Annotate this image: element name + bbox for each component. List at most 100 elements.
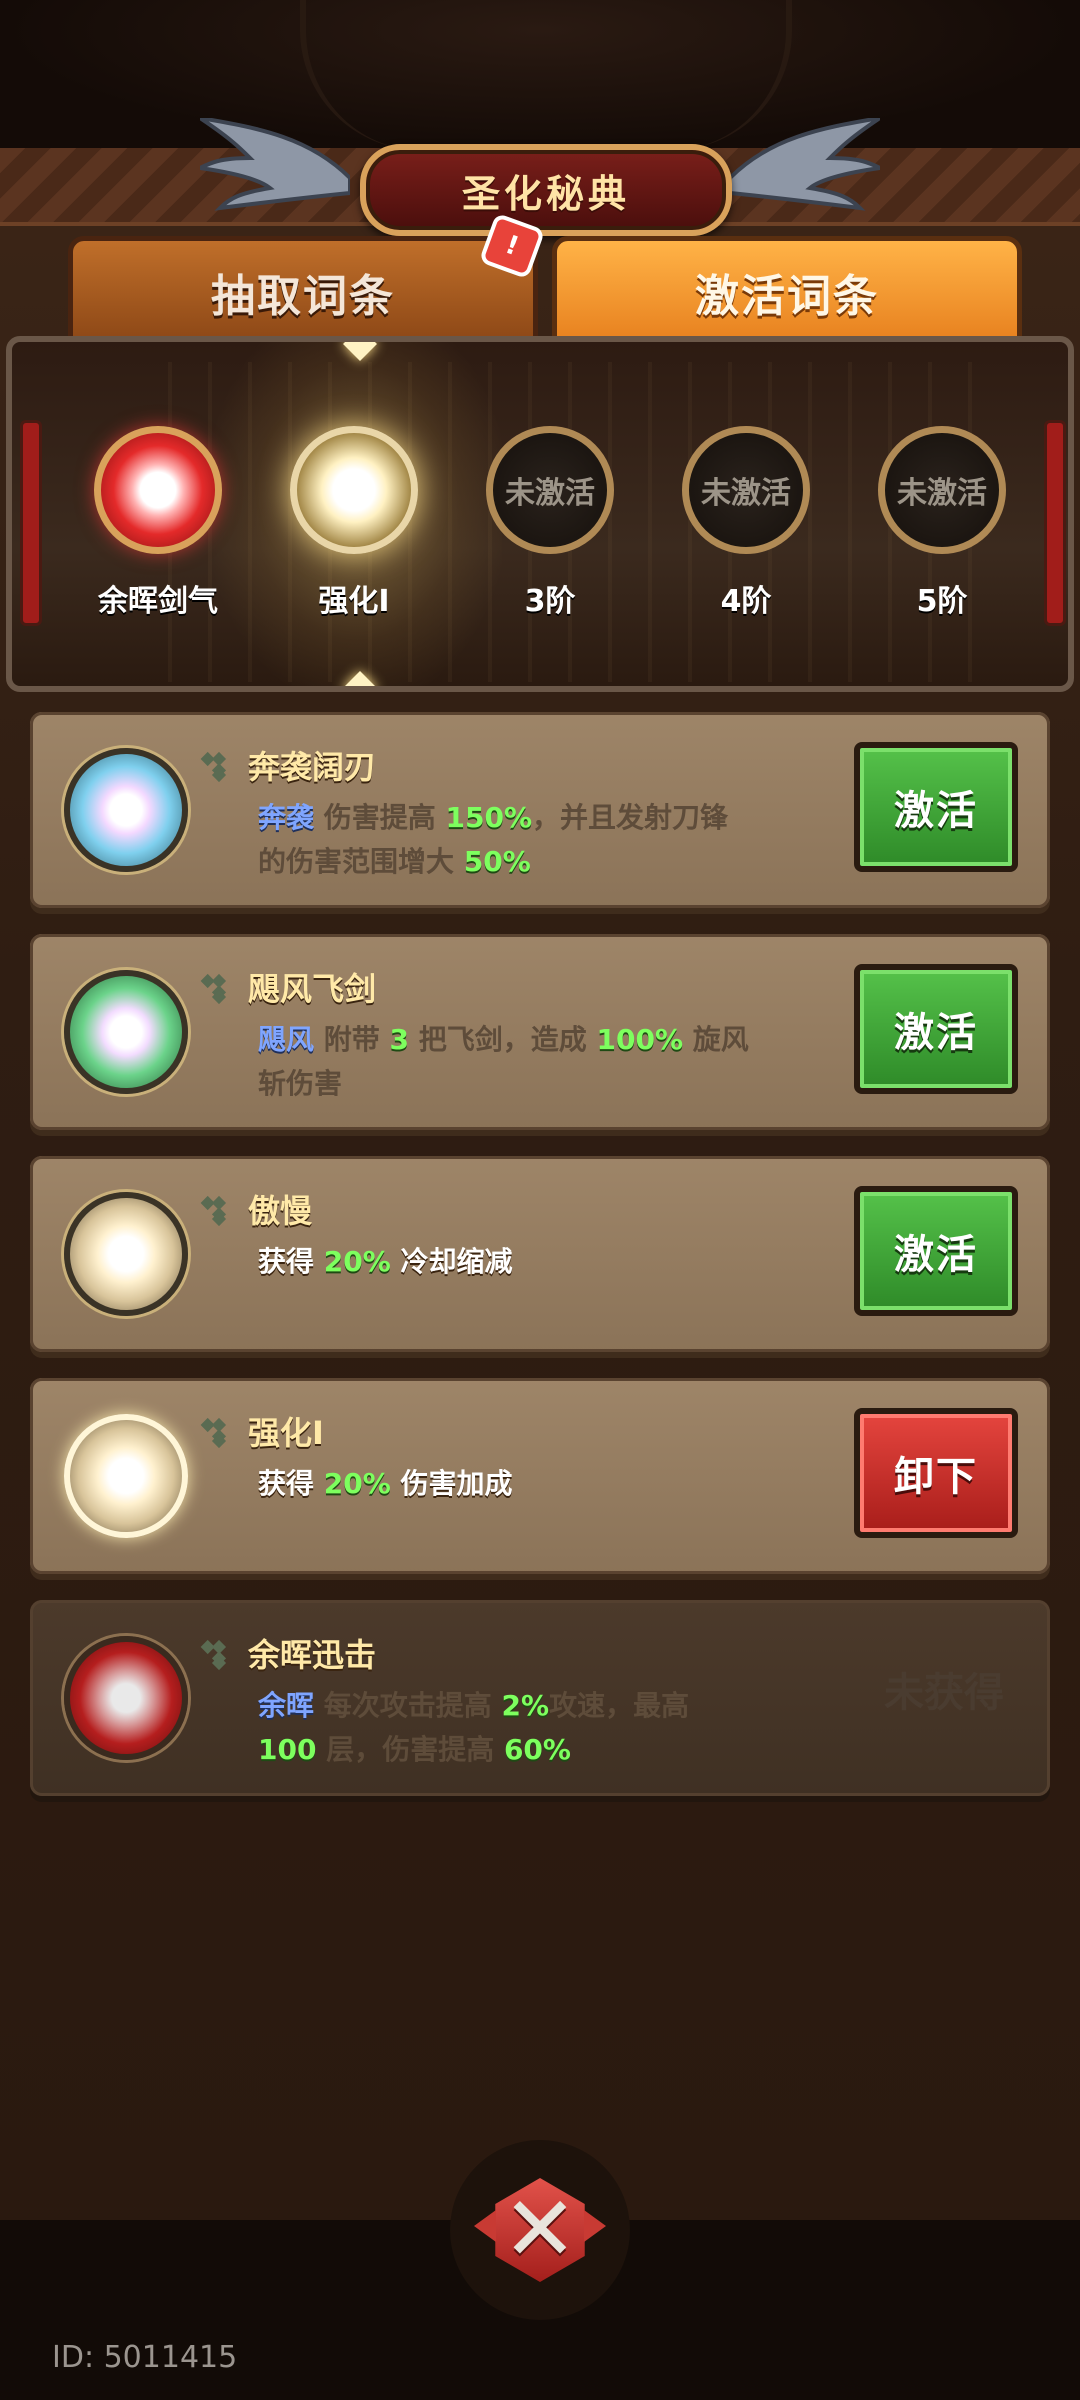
value: 150% (445, 801, 533, 834)
stage-slot-3[interactable]: 未激活 3阶 (480, 426, 620, 620)
diamond-bullet-icon (208, 1420, 230, 1442)
value: 2% (501, 1689, 550, 1722)
value: 50% (463, 845, 531, 878)
stage-orb-gold (290, 426, 418, 554)
desc-text: 获得 (258, 1245, 324, 1278)
value: 3 (389, 1023, 409, 1056)
right-wing-icon (730, 118, 880, 211)
entry-card-4: 强化I 获得 20% 伤害加成 卸下 (30, 1378, 1050, 1574)
entry-description: 余晖 每次攻击提高 2%攻速，最高 100 层，伤害提高 60% (258, 1684, 858, 1772)
desc-text: 伤害加成 (390, 1467, 513, 1500)
entry-card-5: 余晖迅击 余晖 每次攻击提高 2%攻速，最高 100 层，伤害提高 60% 未获… (30, 1600, 1050, 1796)
page-title: 圣化秘典 (461, 171, 630, 216)
diamond-bullet-icon (208, 754, 230, 776)
desc-line: 奔袭 伤害提高 150%，并且发射刀锋 (258, 796, 858, 840)
diamond-bullet-icon (208, 1642, 230, 1664)
entry-description: 飓风 附带 3 把飞剑，造成 100% 旋风 斩伤害 (258, 1018, 858, 1106)
desc-text: 层，伤害提高 (316, 1733, 504, 1766)
desc-line: 余晖 每次攻击提高 2%攻速，最高 (258, 1684, 858, 1728)
entry-name: 傲慢 (248, 1192, 313, 1230)
desc-line: 斩伤害 (258, 1062, 858, 1106)
desc-text: 斩伤害 (258, 1067, 343, 1100)
locked-label: 未激活 (505, 476, 595, 511)
alert-icon: ! (501, 229, 523, 263)
desc-text: 获得 (258, 1467, 324, 1500)
entry-title: 强化I (208, 1408, 324, 1454)
keyword: 奔袭 (258, 801, 315, 834)
entry-name: 奔袭阔刃 (248, 748, 377, 786)
entry-title: 余晖迅击 (208, 1630, 376, 1676)
desc-text: 附带 (314, 1023, 390, 1056)
stage-slot-1[interactable]: 余晖剑气 (88, 426, 228, 620)
activate-button[interactable]: 激活 (854, 1186, 1018, 1316)
strip-left-ornament (20, 420, 42, 626)
value: 60% (503, 1733, 571, 1766)
stage-slot-4[interactable]: 未激活 4阶 (676, 426, 816, 620)
entry-description: 获得 20% 冷却缩减 (258, 1240, 858, 1284)
stage-strip: 余晖剑气 强化I 未激活 3阶 未激活 4阶 未激活 5阶 (6, 336, 1074, 692)
desc-line: 获得 20% 冷却缩减 (258, 1240, 858, 1284)
entry-orb-icon (64, 1414, 188, 1538)
entry-orb-icon (64, 970, 188, 1094)
top-ornament (300, 0, 792, 150)
entry-description: 奔袭 伤害提高 150%，并且发射刀锋 的伤害范围增大 50% (258, 796, 858, 884)
stage-label: 4阶 (720, 584, 772, 619)
entry-name: 余晖迅击 (248, 1636, 377, 1674)
diamond-bullet-icon (208, 1198, 230, 1220)
locked-label: 未激活 (897, 476, 987, 511)
close-hex-frame: ✕ (495, 2177, 585, 2282)
desc-text: 冷却缩减 (390, 1245, 513, 1278)
stage-label: 5阶 (916, 584, 968, 619)
desc-text: 把飞剑，造成 (409, 1023, 597, 1056)
close-right-arrow-icon (584, 2210, 606, 2242)
desc-text: 每次攻击提高 (314, 1689, 502, 1722)
entry-card-3: 傲慢 获得 20% 冷却缩减 激活 (30, 1156, 1050, 1352)
entry-title: 傲慢 (208, 1186, 312, 1232)
unequip-button[interactable]: 卸下 (854, 1408, 1018, 1538)
keyword: 飓风 (258, 1023, 315, 1056)
desc-line: 获得 20% 伤害加成 (258, 1462, 858, 1506)
desc-line: 飓风 附带 3 把飞剑，造成 100% 旋风 (258, 1018, 858, 1062)
stage-orb-red (94, 426, 222, 554)
desc-text: 攻速，最高 (549, 1689, 690, 1722)
tab-activate-entries[interactable]: 激活词条 (552, 236, 1022, 348)
close-icon: ✕ (502, 2177, 578, 2282)
value: 20% (323, 1467, 391, 1500)
entry-title: 奔袭阔刃 (208, 742, 376, 788)
stage-orb-locked: 未激活 (486, 426, 614, 554)
entry-card-1: 奔袭阔刃 奔袭 伤害提高 150%，并且发射刀锋 的伤害范围增大 50% 激活 (30, 712, 1050, 908)
activate-button[interactable]: 激活 (854, 742, 1018, 872)
desc-text: ，并且发射刀锋 (532, 801, 729, 834)
desc-text: 旋风 (683, 1023, 749, 1056)
desc-text: 伤害提高 (314, 801, 446, 834)
strip-right-ornament (1044, 420, 1066, 626)
close-left-arrow-icon (474, 2210, 496, 2242)
stage-slot-5[interactable]: 未激活 5阶 (872, 426, 1012, 620)
value: 20% (323, 1245, 391, 1278)
stage-label: 余晖剑气 (98, 584, 218, 619)
entry-description: 获得 20% 伤害加成 (258, 1462, 858, 1506)
left-wing-icon (200, 118, 350, 211)
title-plate: 圣化秘典 (360, 144, 732, 236)
entry-title: 飓风飞剑 (208, 964, 376, 1010)
entry-orb-icon (64, 1636, 188, 1760)
entry-orb-icon (64, 748, 188, 872)
activate-button[interactable]: 激活 (854, 964, 1018, 1094)
stage-orb-locked: 未激活 (682, 426, 810, 554)
not-obtained-status: 未获得 (884, 1670, 1004, 1716)
stage-label: 强化I (318, 584, 390, 619)
desc-line: 100 层，伤害提高 60% (258, 1728, 858, 1772)
keyword: 余晖 (258, 1689, 315, 1722)
tab-draw-entries[interactable]: 抽取词条 (68, 236, 538, 348)
entry-name: 强化I (248, 1414, 324, 1452)
locked-label: 未激活 (701, 476, 791, 511)
stage-label: 3阶 (524, 584, 576, 619)
desc-text: 的伤害范围增大 (258, 845, 464, 878)
stage-orb-locked: 未激活 (878, 426, 1006, 554)
desc-line: 的伤害范围增大 50% (258, 840, 858, 884)
entry-card-2: 飓风飞剑 飓风 附带 3 把飞剑，造成 100% 旋风 斩伤害 激活 (30, 934, 1050, 1130)
stage-slot-2[interactable]: 强化I (284, 426, 424, 620)
value: 100 (258, 1733, 317, 1766)
entry-name: 飓风飞剑 (248, 970, 377, 1008)
diamond-bullet-icon (208, 976, 230, 998)
